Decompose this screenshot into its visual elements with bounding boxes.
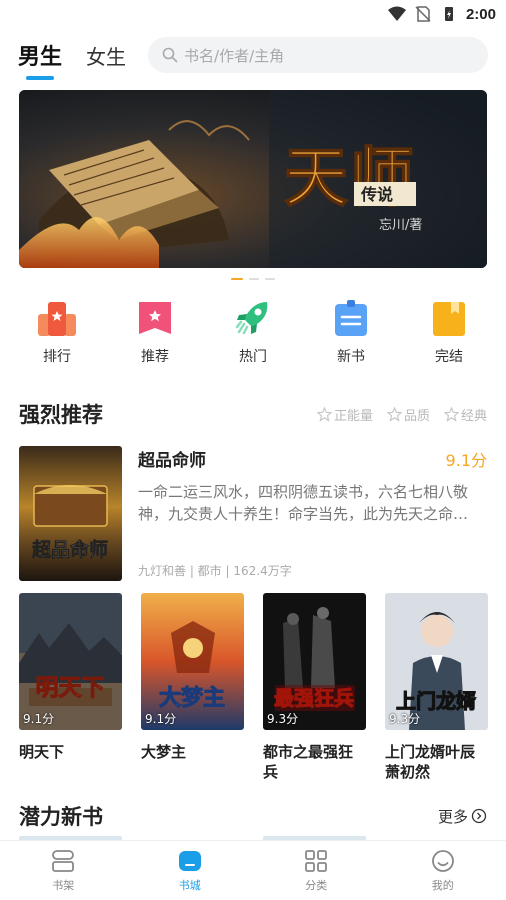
nav-label: 分类: [305, 879, 328, 892]
no-sim-icon: [415, 6, 431, 22]
featured-book[interactable]: 超品命师 超品命师 9.1分 一命二运三风水，四积阴德五读书，六名七相八敬神，九…: [0, 446, 506, 581]
new-book-icon: [335, 300, 367, 336]
nav-profile[interactable]: 我的: [380, 841, 506, 900]
search-placeholder: 书名/作者/主角: [184, 46, 285, 65]
recommend-icon: [139, 302, 171, 334]
tab-male[interactable]: 男生: [18, 35, 62, 80]
book-grid: 明天下 9.1分 明天下 大梦主 9.1分 大梦主 最强狂兵 9.3分 都市之最…: [0, 593, 506, 782]
recommend-tags: 正能量 品质 经典: [316, 405, 487, 424]
bookstore-icon: [178, 851, 201, 871]
banner-author: 忘川/著: [379, 218, 422, 233]
star-icon: [386, 406, 402, 422]
book-score: 9.3分: [267, 712, 299, 726]
book-item[interactable]: 大梦主 9.1分 大梦主: [141, 593, 244, 782]
search-icon: [162, 47, 178, 63]
cover-title: 最强狂兵: [274, 686, 354, 710]
carousel-dot[interactable]: [265, 278, 275, 280]
cover-title: 明天下: [36, 674, 105, 701]
section-strong-recommend-header: 强烈推荐 正能量 品质 经典: [0, 392, 506, 436]
tag-positive[interactable]: 正能量: [316, 405, 373, 424]
category-new[interactable]: 新书: [311, 298, 391, 372]
nav-category[interactable]: 分类: [253, 841, 380, 900]
carousel-indicator: [0, 268, 506, 290]
tag-label: 品质: [403, 408, 430, 424]
book-score: 9.3分: [389, 712, 421, 726]
status-bar: 2:00: [0, 0, 506, 28]
chevron-right-icon: [471, 808, 487, 824]
book-title: 都市之最强狂兵: [263, 743, 354, 781]
category-row: 排行 推荐 热门 新书 完结: [0, 290, 506, 372]
book-item[interactable]: 上门龙婿 9.3分 上门龙婿叶辰萧初然: [385, 593, 488, 782]
book-cover: 上门龙婿 9.3分: [385, 593, 488, 730]
book-score: 9.1分: [445, 450, 487, 470]
book-cover: 大梦主 9.1分: [141, 593, 244, 730]
tag-classic[interactable]: 经典: [443, 405, 487, 424]
book-score: 9.1分: [145, 712, 177, 726]
section-title: 潜力新书: [19, 804, 103, 829]
nav-label: 书城: [178, 879, 201, 892]
more-link[interactable]: 更多: [438, 806, 487, 827]
battery-icon: [444, 7, 453, 21]
book-cover: 最强狂兵 9.3分: [263, 593, 366, 730]
banner-image: 天师 传说 忘川/著: [19, 90, 487, 268]
tag-label: 经典: [460, 408, 487, 424]
nav-label: 我的: [431, 879, 454, 892]
completed-icon: [433, 302, 465, 336]
status-time: 2:00: [465, 5, 496, 23]
book-meta: 九灯和善 | 都市 | 162.4万字: [138, 564, 292, 578]
carousel-dot[interactable]: [231, 278, 243, 280]
category-label: 推荐: [141, 349, 169, 365]
star-icon: [443, 406, 459, 422]
carousel-dot[interactable]: [249, 278, 259, 280]
category-completed[interactable]: 完结: [409, 298, 489, 372]
wifi-icon: [387, 6, 406, 21]
category-hot[interactable]: 热门: [213, 298, 293, 372]
book-item[interactable]: 明天下 9.1分 明天下: [19, 593, 122, 782]
search-input[interactable]: 书名/作者/主角: [148, 37, 488, 73]
section-potential-header: 潜力新书 更多: [0, 794, 506, 838]
book-title[interactable]: 超品命师: [138, 446, 206, 471]
category-label: 热门: [239, 349, 267, 365]
cover-title: 大梦主: [159, 685, 225, 711]
section-title: 强烈推荐: [19, 402, 103, 427]
top-bar: 男生 女生 书名/作者/主角: [0, 32, 506, 80]
tab-female[interactable]: 女生: [86, 37, 126, 74]
featured-info: 超品命师 9.1分 一命二运三风水，四积阴德五读书，六名七相八敬神，九交贵人十养…: [138, 446, 487, 581]
category-recommend[interactable]: 推荐: [115, 298, 195, 372]
banner-subtitle: 传说: [360, 185, 393, 204]
nav-bookshelf[interactable]: 书架: [0, 841, 127, 900]
bottom-nav: 书架 书城 分类 我的: [0, 840, 506, 900]
cover-title: 超品命师: [31, 538, 108, 561]
category-label: 完结: [435, 349, 463, 365]
tag-label: 正能量: [333, 408, 373, 424]
rank-icon: [38, 302, 76, 336]
category-label: 排行: [43, 349, 71, 365]
book-cover: 明天下 9.1分: [19, 593, 122, 730]
tag-quality[interactable]: 品质: [386, 405, 430, 424]
book-title: 大梦主: [141, 743, 187, 761]
book-title: 上门龙婿叶辰萧初然: [385, 743, 476, 781]
book-cover: 超品命师: [19, 446, 122, 581]
book-description: 一命二运三风水，四积阴德五读书，六名七相八敬神，九交贵人十养生！命字当先，此为先…: [138, 483, 469, 523]
book-title: 明天下: [19, 743, 65, 761]
banner-carousel[interactable]: 天师 传说 忘川/著: [19, 90, 487, 268]
bookshelf-icon: [52, 850, 75, 872]
rocket-icon: [235, 302, 268, 335]
star-icon: [316, 406, 332, 422]
book-item[interactable]: 最强狂兵 9.3分 都市之最强狂兵: [263, 593, 366, 782]
category-rank[interactable]: 排行: [17, 298, 97, 372]
category-label: 新书: [337, 349, 365, 365]
smiley-icon: [431, 850, 454, 872]
nav-label: 书架: [52, 879, 75, 892]
book-score: 9.1分: [23, 712, 55, 726]
grid-icon: [305, 850, 328, 872]
more-label: 更多: [437, 807, 468, 826]
nav-bookstore[interactable]: 书城: [127, 841, 254, 900]
